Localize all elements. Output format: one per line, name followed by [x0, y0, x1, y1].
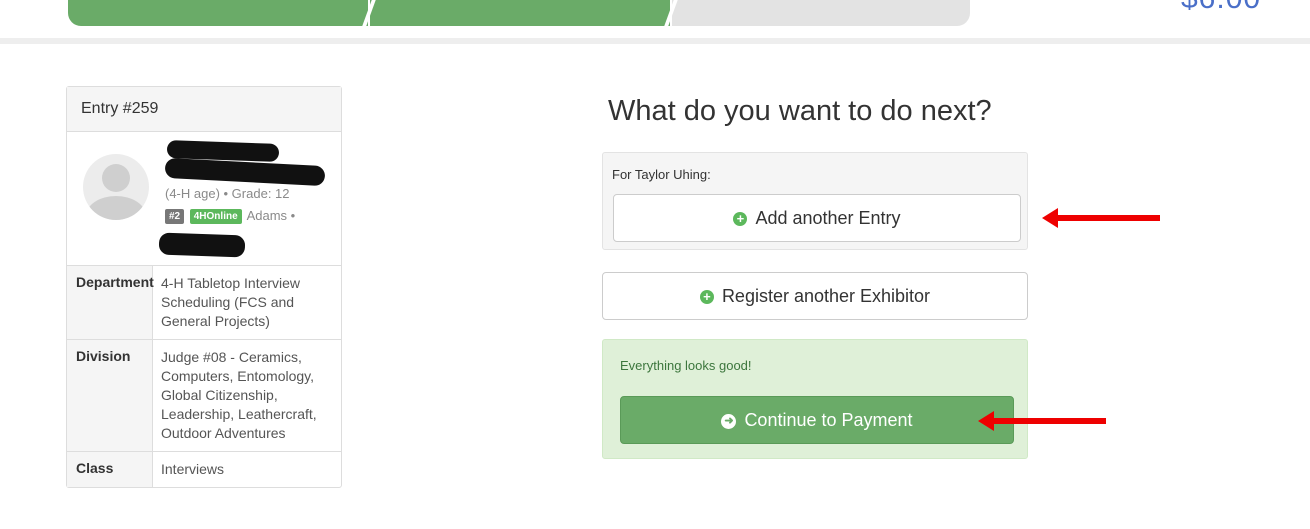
progress-bar [68, 0, 970, 26]
annotation-arrow [978, 411, 1106, 431]
header-divider [0, 38, 1310, 44]
status-message: Everything looks good! [620, 358, 752, 373]
redacted-location [158, 232, 246, 258]
detail-key: Department [67, 266, 154, 339]
detail-row-division: Division Judge #08 - Ceramics, Computers… [67, 340, 341, 452]
exhibitor-number-badge: #2 [165, 209, 185, 224]
detail-value: Judge #08 - Ceramics, Computers, Entomol… [161, 349, 317, 441]
page-title: What do you want to do next? [608, 95, 992, 127]
for-exhibitor-label: For Taylor Uhing: [612, 167, 711, 182]
register-exhibitor-label: Register another Exhibitor [721, 286, 931, 306]
register-exhibitor-button[interactable]: + Register another Exhibitor [602, 272, 1028, 320]
entry-title: Entry #259 [67, 87, 341, 132]
exhibitor-profile: (4-H age) • Grade: 12 #2 4HOnline Adams … [67, 132, 341, 266]
continue-to-payment-button[interactable]: ➜ Continue to Payment [620, 396, 1014, 444]
county-label: Adams • [246, 208, 296, 223]
plus-circle-icon: + [733, 212, 748, 226]
exhibitor-meta: #2 4HOnline Adams • [165, 208, 295, 224]
continue-label: Continue to Payment [744, 410, 913, 430]
progress-step-3 [672, 0, 970, 26]
entry-panel: Entry #259 (4-H age) • Grade: 12 #2 4HOn… [66, 86, 342, 488]
detail-key: Class [67, 452, 153, 487]
cart-total: $6.00 [1181, 0, 1261, 16]
status-alert: Everything looks good! ➜ Continue to Paym… [602, 339, 1028, 459]
progress-header: $6.00 [0, 0, 1310, 38]
entry-options: For Taylor Uhing: + Add another Entry [602, 152, 1028, 250]
add-entry-label: Add another Entry [755, 208, 901, 228]
detail-value: Interviews [161, 461, 225, 477]
progress-step-2 [370, 0, 670, 26]
detail-value: 4-H Tabletop Interview Scheduling (FCS a… [161, 275, 301, 329]
age-grade: (4-H age) • Grade: 12 [165, 186, 290, 201]
plus-circle-icon: + [699, 290, 714, 304]
progress-step-1 [68, 0, 368, 26]
redacted-name [164, 157, 326, 187]
add-entry-button[interactable]: + Add another Entry [613, 194, 1021, 242]
detail-row-class: Class Interviews [67, 452, 341, 487]
annotation-arrow [1042, 208, 1160, 228]
detail-key: Division [67, 340, 153, 451]
avatar [83, 154, 149, 220]
arrow-circle-right-icon: ➜ [721, 414, 737, 429]
detail-row-department: Department 4-H Tabletop Interview Schedu… [67, 266, 341, 340]
source-badge: 4HOnline [189, 209, 242, 224]
